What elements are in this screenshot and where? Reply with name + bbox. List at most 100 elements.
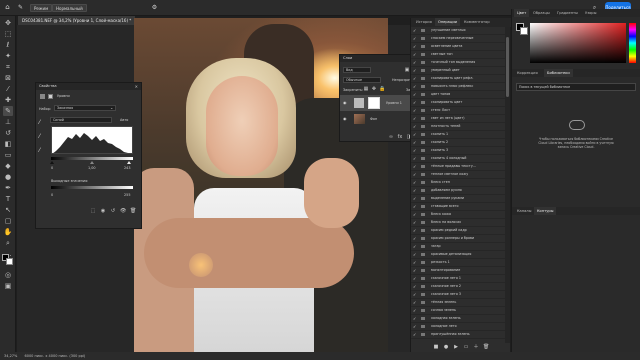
action-item[interactable]: ✓ скопировать цвет bbox=[411, 99, 505, 107]
checkmark-icon[interactable]: ✓ bbox=[413, 139, 418, 146]
path-select-tool-icon[interactable]: ↖ bbox=[3, 205, 13, 215]
view-previous-icon[interactable]: ◉ bbox=[100, 208, 106, 214]
action-item[interactable]: ✓ загар bbox=[411, 243, 505, 251]
action-item[interactable]: ✓ скопить 4 холодный bbox=[411, 155, 505, 163]
action-item[interactable]: ✓ скопить 1 bbox=[411, 131, 505, 139]
checkmark-icon[interactable]: ✓ bbox=[413, 83, 418, 90]
checkmark-icon[interactable]: ✓ bbox=[413, 203, 418, 210]
hand-tool-icon[interactable]: ✋ bbox=[3, 227, 13, 237]
tab-paths[interactable]: Контуры bbox=[534, 207, 557, 215]
eyedropper-gray-icon[interactable]: ⁄ bbox=[39, 133, 40, 140]
play-icon[interactable]: ▶ bbox=[453, 344, 459, 350]
action-item[interactable]: ✓ умеренный цвет bbox=[411, 67, 505, 75]
dialog-toggle-icon[interactable] bbox=[421, 77, 425, 80]
eye-icon[interactable]: ◉ bbox=[343, 100, 347, 105]
lock-all-icon[interactable]: 🔒 bbox=[379, 86, 385, 92]
reset-icon[interactable]: ↺ bbox=[110, 208, 116, 214]
layers-filter-select[interactable]: Вид bbox=[343, 67, 371, 73]
input-black-slider[interactable] bbox=[50, 161, 54, 164]
actions-scrollbar[interactable] bbox=[505, 27, 510, 343]
clip-to-layer-icon[interactable]: ⬚ bbox=[90, 208, 96, 214]
dialog-toggle-icon[interactable] bbox=[421, 253, 425, 256]
close-icon[interactable]: ✕ bbox=[135, 84, 138, 89]
action-item[interactable]: ✓ холодная зелень bbox=[411, 315, 505, 323]
tab-history[interactable]: История bbox=[413, 18, 435, 26]
checkmark-icon[interactable]: ✓ bbox=[413, 219, 418, 226]
dialog-toggle-icon[interactable] bbox=[421, 165, 425, 168]
dialog-toggle-icon[interactable] bbox=[421, 125, 425, 128]
action-item[interactable]: ✓ добавляем рухлю bbox=[411, 187, 505, 195]
dialog-toggle-icon[interactable] bbox=[421, 197, 425, 200]
history-brush-icon[interactable]: ↺ bbox=[3, 128, 13, 138]
action-item[interactable]: ✓ холодное лето bbox=[411, 323, 505, 331]
dialog-toggle-icon[interactable] bbox=[421, 309, 425, 312]
dialog-toggle-icon[interactable] bbox=[421, 317, 425, 320]
checkmark-icon[interactable]: ✓ bbox=[413, 123, 418, 130]
action-item[interactable]: ✓ ставящие всего bbox=[411, 203, 505, 211]
auto-button[interactable]: Авто bbox=[120, 118, 128, 122]
dialog-toggle-icon[interactable] bbox=[421, 85, 425, 88]
record-icon[interactable]: ● bbox=[443, 344, 449, 350]
checkmark-icon[interactable]: ✓ bbox=[413, 27, 418, 34]
action-item[interactable]: ✓ повысить плюс рефлекс bbox=[411, 83, 505, 91]
action-item[interactable]: ✓ блеск на волосах bbox=[411, 219, 505, 227]
checkmark-icon[interactable]: ✓ bbox=[413, 35, 418, 42]
checkmark-icon[interactable]: ✓ bbox=[413, 131, 418, 138]
tab-swatches[interactable]: Образцы bbox=[530, 9, 553, 17]
action-item[interactable]: ✓ улучшение светлых bbox=[411, 27, 505, 35]
home-icon[interactable]: ⌂ bbox=[3, 3, 12, 12]
delete-icon[interactable]: 🗑 bbox=[130, 208, 136, 214]
channel-select[interactable]: Синий bbox=[50, 117, 112, 123]
dialog-toggle-icon[interactable] bbox=[421, 181, 425, 184]
visibility-icon[interactable]: 👁 bbox=[120, 208, 126, 214]
brush-tool-icon[interactable]: ✎ bbox=[16, 3, 25, 12]
input-gray-value[interactable]: 1,00 bbox=[88, 166, 96, 170]
dialog-toggle-icon[interactable] bbox=[421, 45, 425, 48]
output-white-value[interactable]: 255 bbox=[124, 193, 130, 197]
eyedropper-white-icon[interactable]: ⁄ bbox=[39, 147, 40, 154]
new-action-icon[interactable]: ＋ bbox=[473, 344, 479, 350]
eyedropper-black-icon[interactable]: ⁄ bbox=[39, 119, 40, 126]
dialog-toggle-icon[interactable] bbox=[421, 205, 425, 208]
quick-mask-icon[interactable]: ◎ bbox=[3, 270, 13, 280]
dialog-toggle-icon[interactable] bbox=[421, 325, 425, 328]
action-item[interactable]: ✓ красивые детализация bbox=[411, 251, 505, 259]
checkmark-icon[interactable]: ✓ bbox=[413, 307, 418, 314]
action-item[interactable]: ✓ сказочное лето 3 bbox=[411, 291, 505, 299]
tab-channels[interactable]: Каналы bbox=[514, 207, 534, 215]
dialog-toggle-icon[interactable] bbox=[421, 149, 425, 152]
dialog-toggle-icon[interactable] bbox=[421, 157, 425, 160]
checkmark-icon[interactable]: ✓ bbox=[413, 171, 418, 178]
type-tool-icon[interactable]: T bbox=[3, 194, 13, 204]
eye-icon[interactable]: ◉ bbox=[343, 116, 347, 121]
lasso-tool-icon[interactable]: ℓ bbox=[3, 40, 13, 50]
layer-style-icon[interactable]: fx bbox=[397, 134, 403, 140]
eyedropper-tool-icon[interactable]: ⁄ bbox=[3, 84, 13, 94]
tab-actions[interactable]: Операции bbox=[435, 18, 460, 26]
new-set-icon[interactable]: ▭ bbox=[463, 344, 469, 350]
dialog-toggle-icon[interactable] bbox=[421, 109, 425, 112]
checkmark-icon[interactable]: ✓ bbox=[413, 67, 418, 74]
action-item[interactable]: ✓ свет из лета (цвет) bbox=[411, 115, 505, 123]
pen-tool-icon[interactable]: ✒ bbox=[3, 183, 13, 193]
checkmark-icon[interactable]: ✓ bbox=[413, 43, 418, 50]
checkmark-icon[interactable]: ✓ bbox=[413, 91, 418, 98]
stamp-tool-icon[interactable]: ⊥ bbox=[3, 117, 13, 127]
move-tool-icon[interactable]: ✥ bbox=[3, 18, 13, 28]
action-item[interactable]: ✓ сочная зелень bbox=[411, 307, 505, 315]
settings-icon[interactable]: ⚙ bbox=[150, 3, 159, 12]
healing-tool-icon[interactable]: ✚ bbox=[3, 95, 13, 105]
action-item[interactable]: ✓ красим роллеры и брови bbox=[411, 235, 505, 243]
mode-select[interactable]: Нормальный bbox=[52, 4, 87, 12]
checkmark-icon[interactable]: ✓ bbox=[413, 251, 418, 258]
dialog-toggle-icon[interactable] bbox=[421, 229, 425, 232]
dialog-toggle-icon[interactable] bbox=[421, 213, 425, 216]
checkmark-icon[interactable]: ✓ bbox=[413, 211, 418, 218]
input-black-value[interactable]: 0 bbox=[51, 166, 53, 170]
checkmark-icon[interactable]: ✓ bbox=[413, 195, 418, 202]
checkmark-icon[interactable]: ✓ bbox=[413, 291, 418, 298]
dialog-toggle-icon[interactable] bbox=[421, 53, 425, 56]
color-field[interactable] bbox=[530, 23, 626, 63]
delete-action-icon[interactable]: 🗑 bbox=[483, 344, 489, 350]
checkmark-icon[interactable]: ✓ bbox=[413, 107, 418, 114]
